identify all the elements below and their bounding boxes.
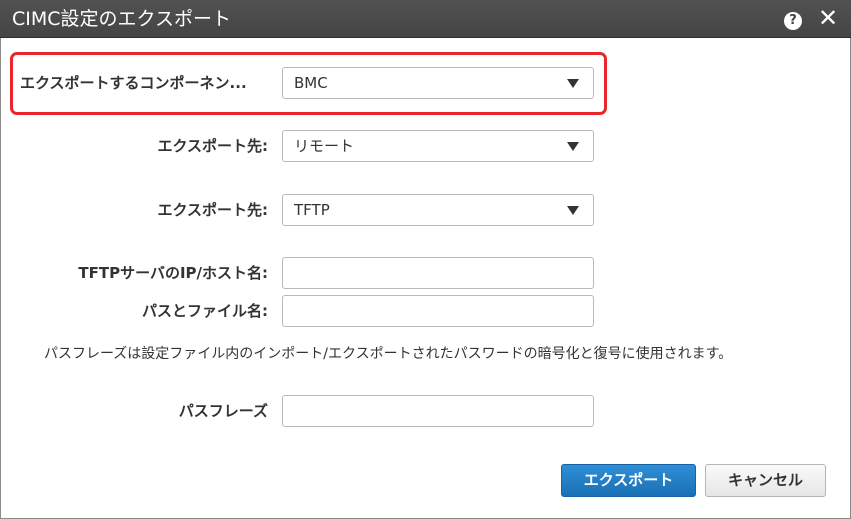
- server-label: TFTPサーバのIP/ホスト名:: [78, 264, 268, 282]
- dropdown-arrow-icon: [567, 79, 579, 88]
- passphrase-note: パスフレーズは設定ファイル内のインポート/エクスポートされたパスワードの暗号化と…: [44, 346, 733, 362]
- destination-select-value: リモート: [294, 137, 355, 155]
- protocol-label: エクスポート先:: [157, 201, 268, 219]
- export-button[interactable]: エクスポート: [561, 464, 696, 497]
- cancel-button[interactable]: キャンセル: [705, 464, 826, 497]
- path-label: パスとファイル名:: [142, 302, 268, 320]
- component-select-value: BMC: [294, 74, 328, 92]
- dialog-titlebar: CIMC設定のエクスポート ? ✕: [0, 0, 851, 38]
- destination-select[interactable]: リモート: [282, 130, 594, 162]
- server-input[interactable]: [282, 257, 594, 289]
- question-circle-icon[interactable]: ?: [784, 12, 802, 30]
- component-select[interactable]: BMC: [282, 67, 594, 99]
- dropdown-arrow-icon: [567, 206, 579, 215]
- protocol-select-value: TFTP: [294, 201, 330, 219]
- passphrase-input[interactable]: [282, 395, 594, 427]
- component-label: エクスポートするコンポーネン...: [20, 74, 247, 92]
- dialog-title: CIMC設定のエクスポート: [12, 8, 231, 30]
- passphrase-label: パスフレーズ: [178, 402, 268, 420]
- destination-label: エクスポート先:: [157, 137, 268, 155]
- dropdown-arrow-icon: [567, 142, 579, 151]
- protocol-select[interactable]: TFTP: [282, 194, 594, 226]
- path-input[interactable]: [282, 295, 594, 327]
- close-icon[interactable]: ✕: [814, 4, 842, 32]
